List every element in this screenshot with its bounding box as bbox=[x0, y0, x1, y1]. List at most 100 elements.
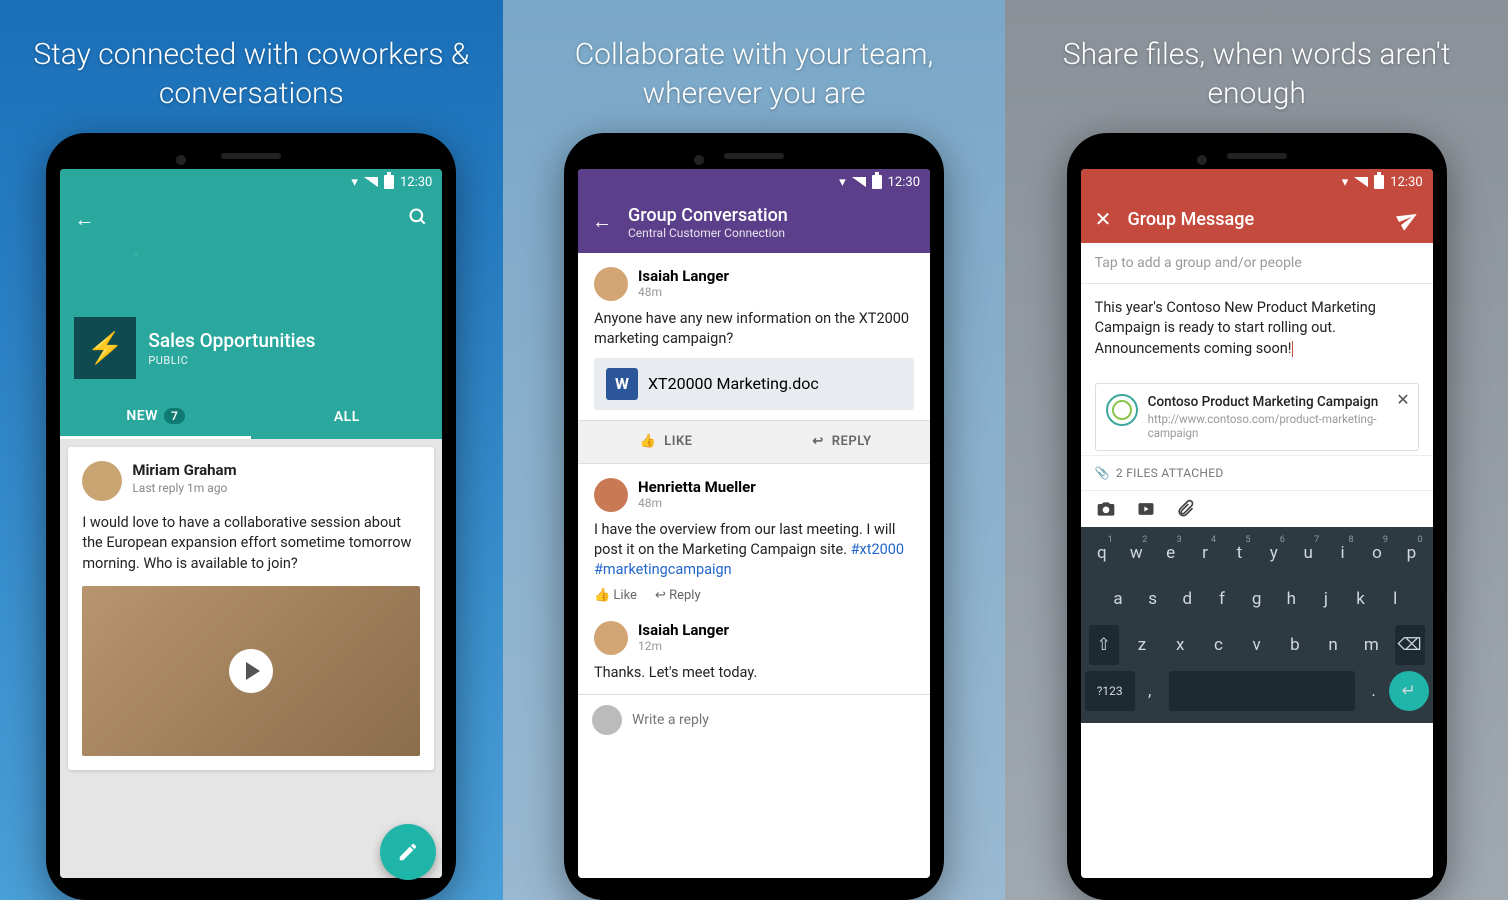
user-avatar bbox=[592, 705, 622, 735]
key-t[interactable]: 5t bbox=[1224, 533, 1254, 573]
doc-attachment[interactable]: W XT20000 Marketing.doc bbox=[594, 358, 914, 410]
signal-icon bbox=[364, 177, 378, 187]
key-y[interactable]: 6y bbox=[1259, 533, 1289, 573]
battery-icon bbox=[872, 175, 882, 189]
key-r[interactable]: 4r bbox=[1190, 533, 1220, 573]
remove-link-icon[interactable]: ✕ bbox=[1396, 390, 1409, 409]
key-x[interactable]: x bbox=[1165, 625, 1195, 665]
promo-panel-1: Stay connected with coworkers & conversa… bbox=[0, 0, 503, 900]
key-z[interactable]: z bbox=[1127, 625, 1157, 665]
space-key[interactable] bbox=[1169, 671, 1355, 711]
message: Isaiah Langer 48m Anyone have any new in… bbox=[578, 253, 930, 420]
key-i[interactable]: 8i bbox=[1328, 533, 1358, 573]
key-a[interactable]: a bbox=[1103, 579, 1133, 619]
reply-input[interactable] bbox=[632, 712, 916, 728]
camera-icon[interactable] bbox=[1095, 499, 1117, 519]
key-j[interactable]: j bbox=[1311, 579, 1341, 619]
tab-new[interactable]: NEW 7 bbox=[60, 395, 251, 439]
group-header: ← ⚡ Sales Opportunities PUBLIC bbox=[60, 195, 442, 395]
back-arrow-icon[interactable]: ← bbox=[74, 207, 94, 232]
back-arrow-icon[interactable]: ← bbox=[592, 209, 612, 234]
recipients-field[interactable]: Tap to add a group and/or people bbox=[1081, 243, 1433, 284]
key-m[interactable]: m bbox=[1356, 625, 1386, 665]
phone-mock-1: ▾ 12:30 ← ⚡ Sales Opportunities PUBLIC bbox=[46, 133, 456, 900]
link-site-icon bbox=[1106, 394, 1138, 426]
appbar-title: Group Conversation bbox=[628, 205, 916, 226]
key-l[interactable]: l bbox=[1380, 579, 1410, 619]
comma-key[interactable]: , bbox=[1135, 671, 1165, 711]
key-w[interactable]: 2w bbox=[1121, 533, 1151, 573]
wifi-icon: ▾ bbox=[839, 175, 846, 190]
send-icon[interactable] bbox=[1393, 204, 1423, 234]
reply-button[interactable]: ↩ Reply bbox=[655, 588, 701, 603]
attach-icon[interactable] bbox=[1175, 499, 1195, 519]
compose-toolbar bbox=[1081, 491, 1433, 527]
key-e[interactable]: 3e bbox=[1156, 533, 1186, 573]
symbols-key[interactable]: ?123 bbox=[1085, 671, 1135, 711]
search-icon[interactable] bbox=[408, 207, 428, 227]
msg-body: Thanks. Let's meet today. bbox=[594, 663, 914, 683]
video-icon[interactable] bbox=[1135, 499, 1157, 519]
conversation[interactable]: Isaiah Langer 48m Anyone have any new in… bbox=[578, 253, 930, 878]
author-avatar[interactable] bbox=[594, 621, 628, 655]
key-c[interactable]: c bbox=[1203, 625, 1233, 665]
reply-arrow-icon: ↩ bbox=[812, 434, 823, 449]
msg-time: 48m bbox=[638, 496, 756, 510]
author-avatar[interactable] bbox=[594, 478, 628, 512]
play-icon[interactable] bbox=[229, 649, 273, 693]
message-body[interactable]: This year's Contoso New Product Marketin… bbox=[1081, 284, 1433, 373]
link-title: Contoso Product Marketing Campaign bbox=[1148, 394, 1388, 410]
thumbs-up-icon: 👍 bbox=[639, 434, 656, 449]
key-o[interactable]: 9o bbox=[1362, 533, 1392, 573]
backspace-key[interactable]: ⌫ bbox=[1395, 625, 1425, 665]
video-thumbnail[interactable] bbox=[82, 586, 420, 756]
link-preview-card[interactable]: Contoso Product Marketing Campaign http:… bbox=[1095, 383, 1419, 451]
feed[interactable]: Miriam Graham Last reply 1m ago I would … bbox=[60, 439, 442, 878]
message: Isaiah Langer 12m Thanks. Let's meet tod… bbox=[578, 613, 930, 693]
soft-keyboard: 1q2w3e4r5t6y7u8i9o0p asdfghjkl ⇧ zxcvbnm… bbox=[1081, 527, 1433, 723]
enter-key[interactable]: ↵ bbox=[1389, 671, 1429, 711]
key-s[interactable]: s bbox=[1138, 579, 1168, 619]
compose-fab[interactable] bbox=[380, 824, 436, 878]
group-avatar-bolt-icon: ⚡ bbox=[74, 317, 136, 379]
key-q[interactable]: 1q bbox=[1087, 533, 1117, 573]
author-avatar[interactable] bbox=[594, 267, 628, 301]
key-d[interactable]: d bbox=[1172, 579, 1202, 619]
author-avatar[interactable] bbox=[82, 461, 122, 501]
clock: 12:30 bbox=[1390, 175, 1422, 190]
key-n[interactable]: n bbox=[1318, 625, 1348, 665]
compose-area: Tap to add a group and/or people This ye… bbox=[1081, 243, 1433, 878]
like-button[interactable]: 👍 Like bbox=[594, 588, 637, 603]
headline-3: Share files, when words aren't enough bbox=[1025, 35, 1488, 113]
like-button[interactable]: 👍 LIKE bbox=[578, 421, 754, 463]
key-g[interactable]: g bbox=[1242, 579, 1272, 619]
key-p[interactable]: 0p bbox=[1396, 533, 1426, 573]
promo-panel-2: Collaborate with your team, wherever you… bbox=[503, 0, 1006, 900]
msg-body: Anyone have any new information on the X… bbox=[594, 309, 914, 350]
text-cursor bbox=[1292, 341, 1293, 357]
appbar-subtitle: Central Customer Connection bbox=[628, 226, 916, 240]
app-bar: ✕ Group Message bbox=[1081, 195, 1433, 243]
period-key[interactable]: . bbox=[1359, 671, 1389, 711]
feed-tabs: NEW 7 ALL bbox=[60, 395, 442, 439]
key-k[interactable]: k bbox=[1346, 579, 1376, 619]
appbar-title: Group Message bbox=[1127, 209, 1380, 230]
shift-key[interactable]: ⇧ bbox=[1089, 625, 1119, 665]
key-v[interactable]: v bbox=[1242, 625, 1272, 665]
attachments-summary[interactable]: 📎 2 FILES ATTACHED bbox=[1081, 455, 1433, 491]
status-bar: ▾ 12:30 bbox=[578, 169, 930, 195]
promo-panel-3: Share files, when words aren't enough ▾ … bbox=[1005, 0, 1508, 900]
headline-2: Collaborate with your team, wherever you… bbox=[523, 35, 986, 113]
reply-button[interactable]: ↩ REPLY bbox=[754, 421, 930, 463]
msg-author: Henrietta Mueller bbox=[638, 478, 756, 496]
post-card[interactable]: Miriam Graham Last reply 1m ago I would … bbox=[68, 447, 434, 770]
close-icon[interactable]: ✕ bbox=[1095, 207, 1112, 231]
key-b[interactable]: b bbox=[1280, 625, 1310, 665]
key-f[interactable]: f bbox=[1207, 579, 1237, 619]
tab-all[interactable]: ALL bbox=[251, 395, 442, 439]
message: Henrietta Mueller 48m I have the overvie… bbox=[578, 464, 930, 614]
msg-time: 48m bbox=[638, 285, 729, 299]
key-u[interactable]: 7u bbox=[1293, 533, 1323, 573]
key-h[interactable]: h bbox=[1276, 579, 1306, 619]
post-body: I would love to have a collaborative ses… bbox=[82, 513, 420, 574]
